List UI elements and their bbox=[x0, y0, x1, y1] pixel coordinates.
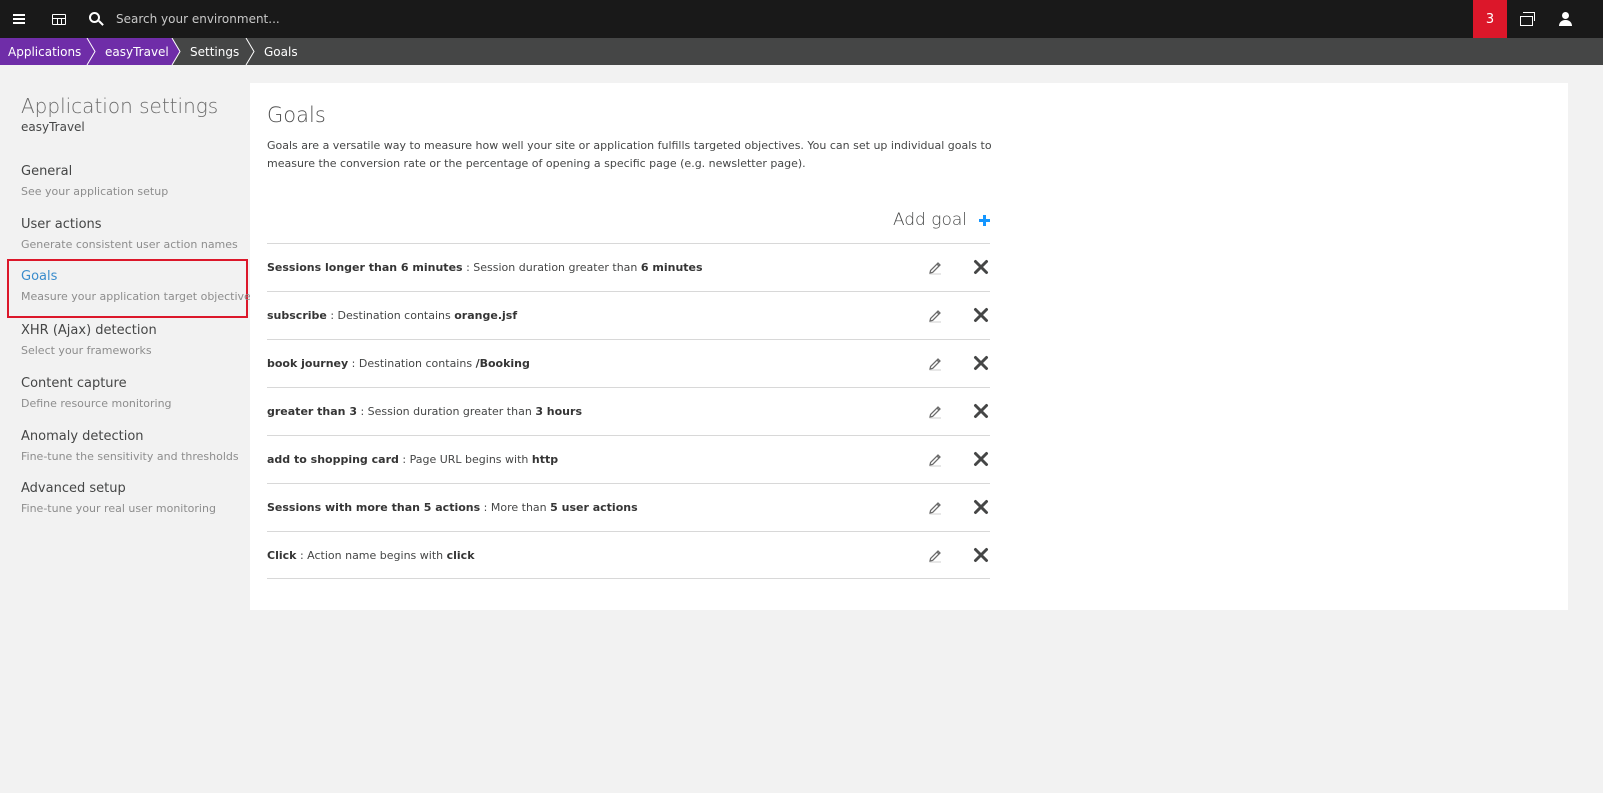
goal-text: subscribe : Destination contains orange.… bbox=[267, 309, 517, 322]
sidebar-item-description: Fine-tune your real user monitoring bbox=[21, 502, 216, 515]
goal-condition: : Action name begins with bbox=[296, 548, 447, 562]
goal-name: Sessions longer than 6 minutes bbox=[267, 261, 463, 274]
breadcrumb-settings[interactable]: Settings bbox=[172, 38, 246, 65]
sidebar-item-label: Advanced setup bbox=[21, 481, 126, 496]
goal-condition: : Session duration greater than bbox=[462, 261, 641, 274]
page-description: Goals are a versatile way to measure how… bbox=[267, 139, 992, 170]
menu-icon[interactable] bbox=[6, 0, 32, 38]
goal-row: book journey : Destination contains /Boo… bbox=[267, 339, 990, 387]
goal-text: add to shopping card : Page URL begins w… bbox=[267, 453, 558, 466]
goal-value: orange.jsf bbox=[454, 309, 518, 322]
sidebar-item-anomaly-detection[interactable]: Anomaly detection Fine-tune the sensitiv… bbox=[7, 419, 248, 476]
goal-value: 3 hours bbox=[535, 405, 582, 418]
breadcrumb-easytravel[interactable]: easyTravel bbox=[87, 38, 172, 65]
goal-row: Sessions with more than 5 actions : More… bbox=[267, 483, 990, 531]
goal-value: /Booking bbox=[475, 357, 530, 370]
goal-condition: : Session duration greater than bbox=[356, 405, 536, 418]
edit-icon[interactable] bbox=[927, 356, 943, 372]
sidebar-item-advanced-setup[interactable]: Advanced setup Fine-tune your real user … bbox=[7, 471, 248, 528]
sidebar-item-label: User actions bbox=[21, 217, 102, 232]
goal-row: Sessions longer than 6 minutes : Session… bbox=[267, 243, 990, 291]
sidebar-item-description: Define resource monitoring bbox=[21, 397, 172, 410]
breadcrumb-separator bbox=[245, 38, 255, 65]
sidebar-item-label: Content capture bbox=[21, 376, 127, 391]
goal-name: Click bbox=[267, 548, 297, 562]
goal-name: Sessions with more than 5 actions bbox=[267, 501, 481, 514]
goal-text: greater than 3 : Session duration greate… bbox=[267, 405, 582, 418]
delete-icon[interactable] bbox=[972, 354, 990, 372]
goal-condition: : Destination contains bbox=[348, 357, 476, 370]
sidebar-item-label: Anomaly detection bbox=[21, 429, 144, 444]
goal-row: add to shopping card : Page URL begins w… bbox=[267, 435, 990, 483]
goal-row: greater than 3 : Session duration greate… bbox=[267, 387, 990, 435]
goal-row: Click : Action name begins with click bbox=[267, 531, 990, 579]
goal-row: subscribe : Destination contains orange.… bbox=[267, 291, 990, 339]
goal-condition: : Page URL begins with bbox=[398, 453, 532, 466]
windows-icon[interactable] bbox=[1512, 0, 1540, 38]
dashboard-icon[interactable] bbox=[46, 0, 72, 38]
delete-icon[interactable] bbox=[972, 258, 990, 276]
edit-icon[interactable] bbox=[927, 308, 943, 324]
search-icon[interactable] bbox=[84, 0, 108, 38]
top-bar: 3 bbox=[0, 0, 1603, 38]
goal-condition: : More than bbox=[480, 501, 551, 514]
breadcrumb-separator bbox=[85, 38, 96, 65]
sidebar-subtitle: easyTravel bbox=[21, 120, 85, 134]
edit-icon[interactable] bbox=[927, 404, 943, 420]
sidebar-item-description: Fine-tune the sensitivity and thresholds bbox=[21, 450, 239, 463]
sidebar-item-general[interactable]: General See your application setup bbox=[7, 154, 248, 211]
delete-icon[interactable] bbox=[972, 402, 990, 420]
delete-icon[interactable] bbox=[972, 450, 990, 468]
goal-value: http bbox=[531, 453, 559, 466]
goal-condition: : Destination contains bbox=[326, 309, 455, 322]
goal-name: greater than 3 bbox=[267, 405, 357, 418]
edit-icon[interactable] bbox=[927, 548, 943, 564]
sidebar-item-label: XHR (Ajax) detection bbox=[21, 323, 157, 338]
breadcrumb-separator bbox=[170, 38, 181, 65]
goal-name: subscribe bbox=[267, 309, 327, 322]
edit-icon[interactable] bbox=[927, 260, 943, 276]
goal-value: 5 user actions bbox=[550, 501, 638, 514]
delete-icon[interactable] bbox=[972, 306, 990, 324]
goal-text: Click : Action name begins with click bbox=[267, 549, 475, 562]
sidebar-item-description: Generate consistent user action names bbox=[21, 238, 238, 251]
edit-icon[interactable] bbox=[927, 452, 943, 468]
sidebar-item-label: Goals bbox=[21, 269, 58, 284]
page-title: Goals bbox=[267, 103, 326, 127]
sidebar-item-description: Select your frameworks bbox=[21, 344, 152, 357]
sidebar-item-xhr-detection[interactable]: XHR (Ajax) detection Select your framewo… bbox=[7, 313, 248, 370]
sidebar-item-label: General bbox=[21, 164, 73, 179]
goal-text: Sessions longer than 6 minutes : Session… bbox=[267, 261, 703, 274]
goal-text: book journey : Destination contains /Boo… bbox=[267, 357, 530, 370]
plus-icon[interactable] bbox=[979, 214, 990, 226]
breadcrumb-applications[interactable]: Applications bbox=[0, 38, 87, 65]
goal-name: add to shopping card bbox=[267, 453, 399, 466]
goal-value: 6 minutes bbox=[640, 261, 703, 274]
delete-icon[interactable] bbox=[972, 546, 990, 564]
goal-name: book journey bbox=[267, 357, 349, 370]
sidebar-item-description: Measure your application target objectiv… bbox=[21, 290, 257, 303]
sidebar-item-description: See your application setup bbox=[21, 185, 169, 198]
add-goal-button[interactable]: Add goal bbox=[890, 207, 990, 233]
user-icon[interactable] bbox=[1552, 0, 1578, 38]
delete-icon[interactable] bbox=[972, 498, 990, 516]
search-input[interactable] bbox=[116, 9, 516, 29]
goal-text: Sessions with more than 5 actions : More… bbox=[267, 501, 638, 514]
sidebar-item-user-actions[interactable]: User actions Generate consistent user ac… bbox=[7, 207, 248, 264]
goal-value: click bbox=[446, 548, 475, 562]
breadcrumb: Applications easyTravel Settings Goals bbox=[0, 38, 1603, 65]
sidebar-title: Application settings bbox=[21, 94, 219, 118]
sidebar-item-goals[interactable]: Goals Measure your application target ob… bbox=[7, 259, 257, 318]
goals-panel: Goals Goals are a versatile way to measu… bbox=[250, 83, 1568, 610]
sidebar-item-content-capture[interactable]: Content capture Define resource monitori… bbox=[7, 366, 248, 423]
add-goal-label: Add goal bbox=[892, 210, 967, 230]
problems-badge[interactable]: 3 bbox=[1473, 0, 1507, 38]
edit-icon[interactable] bbox=[927, 500, 943, 516]
